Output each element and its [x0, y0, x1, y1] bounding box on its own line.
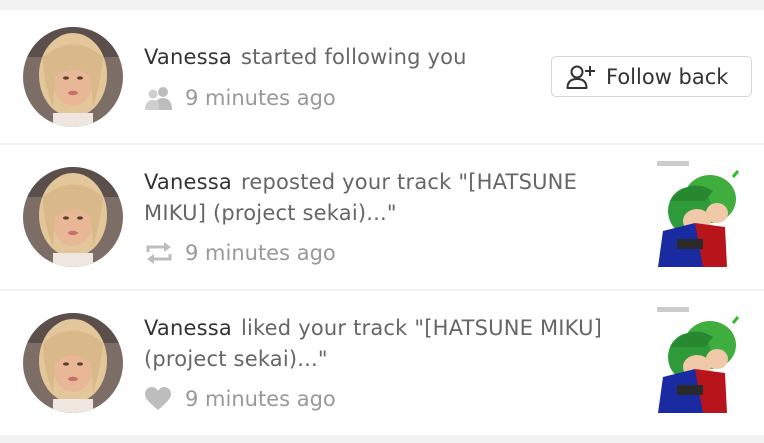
- notification-text: Vanessa started following you: [144, 42, 524, 73]
- avatar[interactable]: [23, 27, 123, 127]
- avatar[interactable]: [23, 167, 123, 267]
- notification-item-repost[interactable]: Vanessa reposted your track "[HATSUNE MIK…: [0, 145, 764, 289]
- notification-text: Vanessa reposted your track "[HATSUNE MIK…: [144, 167, 624, 229]
- username[interactable]: Vanessa: [144, 316, 232, 340]
- follow-back-label: Follow back: [606, 64, 729, 89]
- avatar[interactable]: [23, 313, 123, 413]
- notification-item-like[interactable]: Vanessa liked your track "[HATSUNE MIKU] …: [0, 291, 764, 435]
- notification-text: Vanessa liked your track "[HATSUNE MIKU] …: [144, 313, 624, 375]
- notification-list: Vanessa started following you 9 minutes a…: [0, 0, 764, 443]
- repost-icon: [144, 238, 176, 268]
- add-user-icon: [566, 63, 596, 91]
- notification-item-follow[interactable]: Vanessa started following you 9 minutes a…: [0, 10, 764, 143]
- heart-icon: [144, 384, 176, 414]
- notification-time: 9 minutes ago: [185, 387, 336, 411]
- follow-back-button[interactable]: Follow back: [551, 56, 752, 97]
- username[interactable]: Vanessa: [144, 45, 232, 69]
- notification-time: 9 minutes ago: [185, 86, 336, 110]
- username[interactable]: Vanessa: [144, 170, 232, 194]
- notification-meta: 9 minutes ago: [144, 238, 336, 268]
- notification-meta: 9 minutes ago: [144, 83, 336, 113]
- track-artwork[interactable]: [655, 161, 745, 267]
- notification-action: started following you: [240, 45, 467, 69]
- notification-meta: 9 minutes ago: [144, 384, 336, 414]
- users-icon: [144, 83, 176, 113]
- track-artwork[interactable]: [655, 307, 745, 413]
- notification-time: 9 minutes ago: [185, 241, 336, 265]
